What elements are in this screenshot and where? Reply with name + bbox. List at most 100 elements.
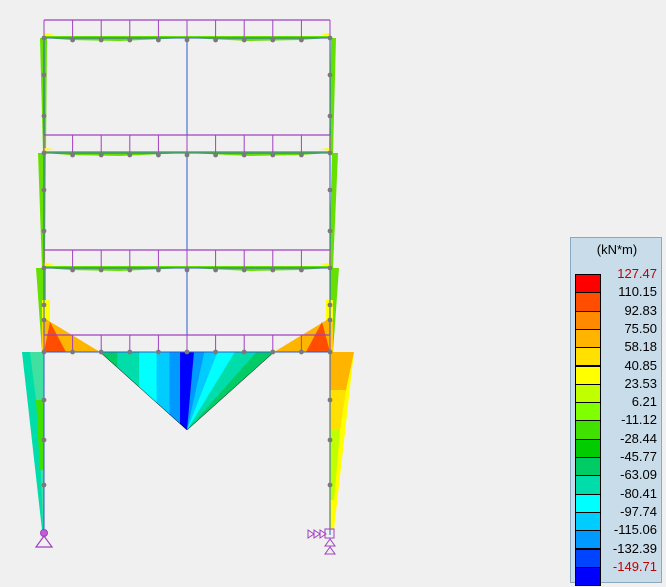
frame-node <box>127 37 133 43</box>
frame-node <box>70 267 75 273</box>
legend-value-label: -11.12 <box>621 412 657 428</box>
frame-node <box>184 37 190 43</box>
frame-node <box>327 187 333 193</box>
legend-value-label: 75.50 <box>624 320 657 336</box>
frame-node <box>299 267 304 273</box>
legend-value-label: -97.74 <box>620 503 657 519</box>
frame-node <box>327 317 333 323</box>
legend-value-label: 92.83 <box>624 302 657 318</box>
legend-value-label: 127.47 <box>617 266 657 281</box>
frame-node <box>41 302 47 308</box>
frame-node <box>41 187 47 193</box>
frame-node <box>156 267 161 273</box>
legend-value-label: 58.18 <box>624 339 657 355</box>
legend-value-label: -28.44 <box>620 430 657 446</box>
frame-node <box>98 349 104 355</box>
frame-node <box>327 265 333 271</box>
legend-value-label: -45.77 <box>620 449 657 464</box>
frame-node <box>270 152 276 158</box>
legend-value-label: -132.39 <box>612 540 657 556</box>
legend-value-label: -149.71 <box>612 558 657 574</box>
frame-node <box>70 37 75 43</box>
legend-swatch <box>575 347 601 367</box>
frame-node <box>127 152 133 158</box>
frame-node <box>98 267 104 273</box>
legend-value-label: -80.41 <box>620 485 657 501</box>
frame-node <box>327 397 333 403</box>
legend-swatch <box>575 548 601 568</box>
frame-node <box>41 35 47 41</box>
frame-node <box>156 349 161 355</box>
legend-swatch <box>575 292 601 312</box>
frame-node <box>327 35 333 41</box>
frame-node <box>241 267 247 273</box>
roller-support-arrow <box>324 538 336 547</box>
legend-swatch <box>575 438 601 458</box>
frame-node <box>213 349 219 355</box>
legend-swatch <box>575 328 601 349</box>
moment-region <box>320 263 330 266</box>
legend-value-label: -115.06 <box>613 522 657 538</box>
frame-node <box>327 72 333 78</box>
frame-node <box>41 150 47 156</box>
frame-node <box>327 150 333 156</box>
moment-region <box>44 33 55 36</box>
moment-region <box>320 33 330 36</box>
frame-node <box>156 37 161 43</box>
legend-swatch <box>575 402 601 422</box>
moment-region <box>44 148 55 151</box>
legend-swatch <box>575 383 601 404</box>
frame-node <box>41 228 47 234</box>
frame-node <box>270 349 276 355</box>
frame-node <box>241 152 247 158</box>
legend-swatch <box>575 420 601 440</box>
frame-node <box>70 152 75 158</box>
frame-node <box>127 349 133 355</box>
moment-region <box>38 153 46 268</box>
frame-node <box>98 37 104 43</box>
frame-node <box>327 113 333 119</box>
legend-value-label: 23.53 <box>624 375 657 391</box>
frame-node <box>241 349 247 355</box>
roller-support-arrow <box>307 529 315 539</box>
legend-unit-label: (kN*m) <box>596 242 638 257</box>
frame-node <box>41 113 47 119</box>
frame-node <box>184 152 190 158</box>
frame-node <box>327 302 333 308</box>
legend-swatch <box>575 310 601 330</box>
legend-value-label: 40.85 <box>624 357 657 373</box>
frame-members <box>43 37 331 535</box>
bending-moment-diagram <box>22 33 354 530</box>
frame-node <box>327 349 333 355</box>
frame-node <box>241 37 247 43</box>
frame-node <box>299 349 304 355</box>
legend-swatch <box>575 365 601 385</box>
roller-support-arrow <box>324 546 336 555</box>
frame-node <box>41 265 47 271</box>
model-viewport[interactable] <box>0 0 666 587</box>
frame-node <box>41 397 47 403</box>
frame-node <box>127 267 133 273</box>
moment-legend: (kN*m) 127.47 110.15 92.83 75.50 58.18 40.85 2… <box>570 237 662 587</box>
legend-swatch <box>575 475 601 495</box>
frame-node <box>270 37 276 43</box>
moment-region <box>44 263 55 266</box>
legend-swatch <box>575 457 601 477</box>
frame-node <box>299 152 304 158</box>
frame-node <box>184 349 190 355</box>
frame-node <box>41 482 47 488</box>
legend-swatch <box>575 566 601 587</box>
frame-node <box>156 152 161 158</box>
frame-node <box>299 37 304 43</box>
frame-node <box>41 72 47 78</box>
frame-node <box>327 228 333 234</box>
frame-node <box>41 349 47 355</box>
legend-value-label: 6.21 <box>631 394 657 410</box>
frame-node <box>41 317 47 323</box>
legend-swatch <box>575 511 601 532</box>
frame-node <box>98 152 104 158</box>
frame-node <box>41 437 47 443</box>
frame-node <box>70 349 75 355</box>
frame-node <box>327 437 333 443</box>
legend-swatch <box>575 530 601 550</box>
